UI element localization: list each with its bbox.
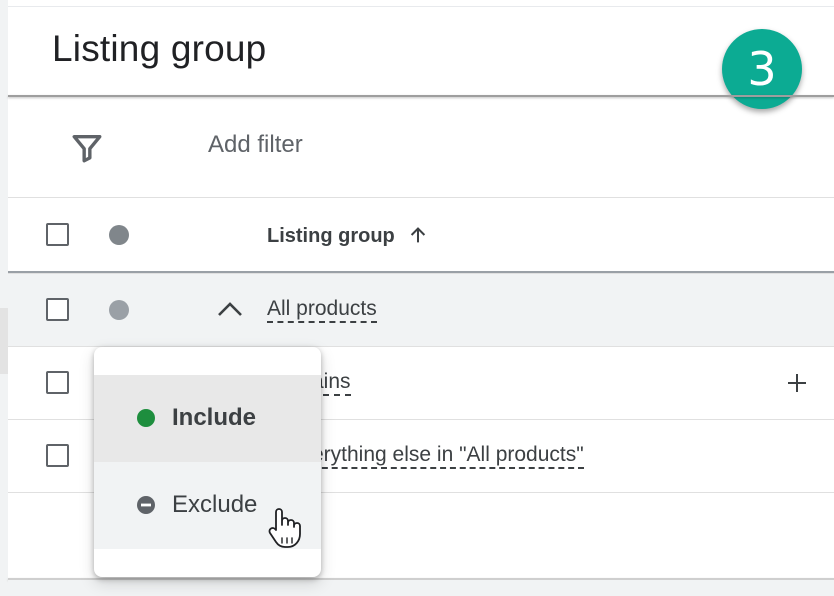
listing-group-label[interactable]: erything else in "All products" — [312, 444, 584, 469]
table-header-row: Listing group — [8, 197, 834, 273]
filter-bar: Add filter — [8, 97, 834, 197]
status-column-icon — [109, 225, 129, 245]
listing-group-label[interactable]: All products — [267, 298, 377, 323]
panel-top-border — [8, 6, 834, 7]
minus-circle-icon — [137, 496, 155, 514]
menu-item-include[interactable]: Include — [94, 375, 321, 462]
menu-item-exclude[interactable]: Exclude — [94, 462, 321, 549]
menu-item-label: Exclude — [172, 491, 258, 518]
filter-icon[interactable] — [70, 131, 104, 165]
bottom-strip — [8, 580, 834, 596]
row-checkbox[interactable] — [46, 444, 69, 467]
plus-icon[interactable] — [786, 372, 808, 394]
row-checkbox[interactable] — [46, 298, 69, 321]
menu-item-label: Include — [172, 404, 257, 431]
add-filter-button[interactable]: Add filter — [208, 131, 303, 159]
select-all-checkbox[interactable] — [46, 223, 69, 246]
table-row: All products — [8, 273, 834, 346]
column-header-listing-group[interactable]: Listing group — [267, 225, 395, 248]
status-dropdown-menu: Include Exclude — [94, 347, 321, 577]
row-checkbox[interactable] — [46, 371, 69, 394]
chevron-up-icon[interactable] — [214, 294, 246, 326]
row-status-dot[interactable] — [109, 300, 129, 320]
arrow-up-icon[interactable] — [407, 224, 429, 246]
left-rail-marker — [0, 308, 8, 374]
green-dot-icon — [137, 409, 155, 427]
page-title: Listing group — [52, 28, 267, 69]
